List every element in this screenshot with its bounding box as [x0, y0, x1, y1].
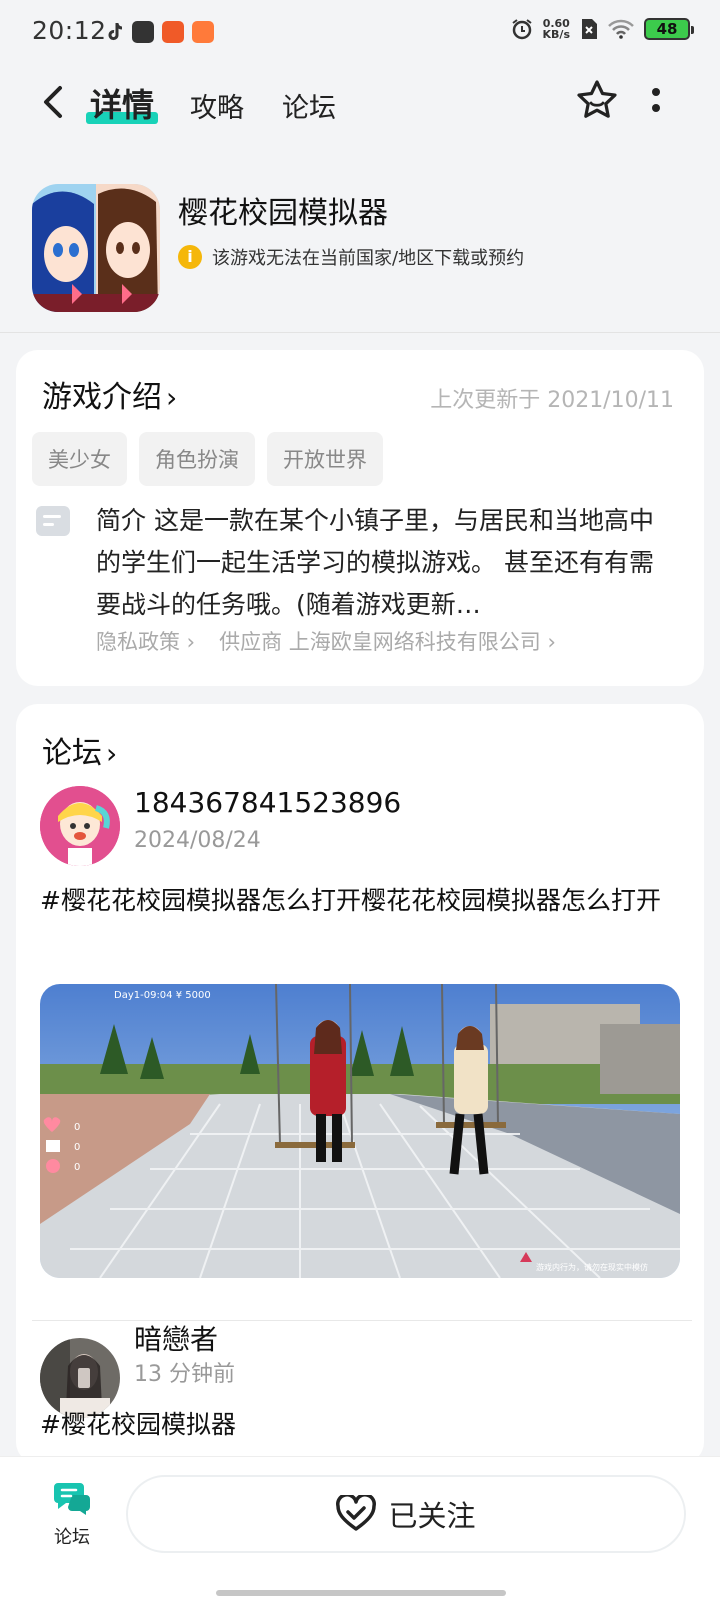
document-icon [36, 506, 70, 536]
bottom-forum-label: 论坛 [54, 1527, 90, 1548]
status-bar: 20:12 0.60 KB/s 48 [0, 0, 720, 66]
status-time: 20:12 [32, 16, 107, 45]
game-hud-text: Day1-09:04 ¥ 5000 [114, 990, 211, 1001]
supplier-link[interactable]: 供应商 上海欧皇网络科技有限公司 › [219, 626, 556, 656]
tag-list: 美少女 角色扮演 开放世界 [32, 432, 383, 486]
game-notification-icon [192, 21, 214, 43]
app-header: 樱花校园模拟器 i 该游戏无法在当前国家/地区下载或预约 [0, 180, 720, 330]
heart-check-icon [336, 1495, 377, 1531]
tab-detail[interactable]: 详情 [85, 80, 159, 126]
bottom-forum-tab[interactable]: 论坛 [44, 1479, 100, 1549]
app-notification-icon [162, 21, 184, 43]
hud-count: 0 [74, 1122, 80, 1133]
more-options-icon[interactable] [648, 84, 664, 118]
hud-count: 0 [74, 1142, 80, 1153]
intro-title-text: 游戏介绍 [42, 380, 162, 415]
back-icon[interactable] [36, 82, 70, 122]
post-date: 2024/08/24 [134, 828, 261, 853]
followed-label: 已关注 [388, 1499, 476, 1533]
avatar[interactable] [40, 786, 120, 866]
message-icon [132, 21, 154, 43]
wifi-icon [608, 19, 634, 39]
battery-indicator: 48 [644, 18, 694, 40]
tag-item[interactable]: 角色扮演 [139, 432, 255, 486]
app-name: 樱花校园模拟器 [178, 196, 388, 231]
post-text[interactable]: #樱花花校园模拟器怎么打开樱花花校园模拟器怎么打开 [40, 880, 680, 922]
tiktok-icon [108, 23, 123, 41]
followed-button[interactable]: 已关注 [126, 1475, 686, 1553]
bottom-bar: 论坛 已关注 [0, 1456, 720, 1600]
forum-title-text: 论坛 [42, 736, 102, 771]
speed-unit: KB/s [542, 28, 570, 41]
favorite-star-icon[interactable] [574, 78, 620, 124]
info-icon: i [178, 245, 202, 269]
alarm-icon [511, 19, 532, 40]
status-right: 0.60 KB/s 48 [511, 18, 694, 40]
region-notice: i 该游戏无法在当前国家/地区下载或预约 [178, 244, 524, 270]
tag-item[interactable]: 美少女 [32, 432, 127, 486]
hud-count: 0 [74, 1162, 80, 1173]
post-username[interactable]: 暗戀者 [134, 1318, 218, 1358]
game-footer-text: 游戏内行为，请勿在现实中模仿 [536, 1262, 648, 1272]
tab-forum[interactable]: 论坛 [282, 86, 336, 125]
chevron-right-icon: › [106, 737, 118, 770]
game-description[interactable]: 简介 这是一款在某个小镇子里，与居民和当地高中的学生们一起生活学习的模拟游戏。 … [96, 500, 676, 626]
top-nav: 详情 攻略 论坛 [0, 70, 720, 140]
chat-bubbles-icon [54, 1483, 90, 1515]
post-divider [32, 1320, 692, 1321]
supplier-label: 供应商 上海欧皇网络科技有限公司 [219, 630, 541, 654]
tab-guide[interactable]: 攻略 [190, 86, 244, 125]
network-speed: 0.60 KB/s [543, 18, 570, 40]
post-username[interactable]: 184367841523896 [134, 786, 401, 819]
notification-icons [108, 21, 214, 43]
last-updated: 上次更新于 2021/10/11 [430, 388, 674, 413]
home-indicator[interactable] [216, 1590, 506, 1596]
chevron-right-icon: › [166, 381, 178, 414]
tag-item[interactable]: 开放世界 [267, 432, 383, 486]
people-icon [46, 1140, 60, 1152]
app-icon [32, 184, 160, 312]
divider [0, 332, 720, 333]
intro-links: 隐私政策 › 供应商 上海欧皇网络科技有限公司 › [96, 626, 556, 656]
mood-icon [46, 1159, 60, 1173]
privacy-policy-label: 隐私政策 [96, 630, 180, 654]
forum-card: 论坛 › 184367841523896 2024/08/24 #樱花花校园模拟器… [16, 704, 704, 1464]
intro-title[interactable]: 游戏介绍 › [42, 372, 177, 416]
intro-card: 游戏介绍 › 上次更新于 2021/10/11 美少女 角色扮演 开放世界 简介 … [16, 350, 704, 686]
post-text[interactable]: #樱花校园模拟器 [40, 1404, 680, 1446]
post-date: 13 分钟前 [134, 1362, 235, 1387]
forum-title[interactable]: 论坛 › [42, 728, 117, 772]
no-sim-icon [582, 19, 597, 39]
post-image[interactable]: Day1-09:04 ¥ 5000 0 0 0 游戏内行为，请勿在现实中模仿 [40, 984, 680, 1278]
region-notice-text: 该游戏无法在当前国家/地区下载或预约 [212, 248, 525, 269]
privacy-policy-link[interactable]: 隐私政策 › [96, 626, 195, 656]
